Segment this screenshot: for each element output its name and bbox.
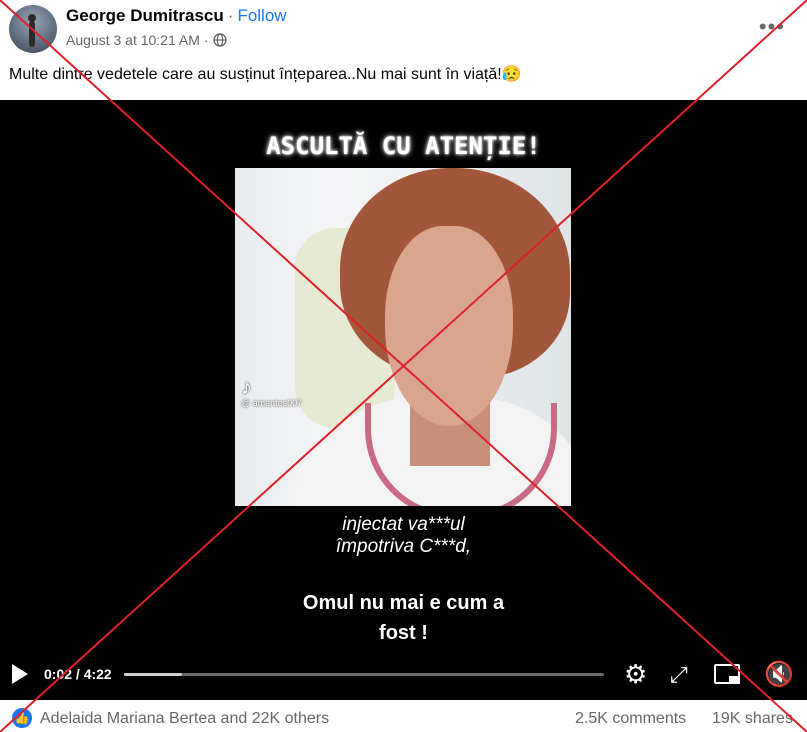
caption-line-1: Omul nu mai e cum a	[302, 592, 505, 614]
follow-button[interactable]: Follow	[237, 6, 286, 25]
video-banner: ASCULTĂ CU ATENȚIE!	[266, 132, 541, 160]
subtitle-line-1: injectat va***ul	[342, 514, 465, 535]
picture-in-picture-icon[interactable]	[714, 664, 740, 684]
author-row: George Dumitrascu · Follow	[66, 6, 287, 26]
post-header: George Dumitrascu · Follow August 3 at 10:…	[0, 0, 807, 100]
expand-icon[interactable]: ⤢	[670, 661, 688, 689]
avatar-figure-body	[29, 21, 35, 47]
video-subtitle: injectat va***ul împotriva C***d,	[0, 514, 807, 558]
play-icon[interactable]	[12, 664, 28, 684]
post-meta: August 3 at 10:21 AM ·	[66, 32, 227, 48]
globe-icon	[212, 33, 227, 47]
stethoscope	[365, 403, 557, 506]
video-player[interactable]: ASCULTĂ CU ATENȚIE! ♪ @ amantes007 injec…	[0, 100, 807, 700]
tiktok-logo-icon: ♪	[241, 374, 252, 399]
face	[385, 226, 513, 426]
avatar[interactable]	[9, 5, 57, 53]
gear-icon[interactable]: ⚙	[624, 660, 647, 688]
more-options-icon[interactable]: •••	[759, 14, 785, 40]
post-footer: 👍 Adelaida Mariana Bertea and 22K others…	[0, 700, 807, 732]
reactors-summary[interactable]: Adelaida Mariana Bertea and 22K others	[40, 710, 329, 728]
video-frame: ♪ @ amantes007	[235, 168, 571, 506]
progress-bar[interactable]	[124, 673, 604, 676]
video-caption: Omul nu mai e cum a fost !	[0, 588, 807, 648]
watermark-handle: @ amantes007	[241, 398, 303, 408]
video-controls: 0:02 / 4:22 ⚙ ⤢ 🔇	[0, 658, 807, 692]
subtitle-line-2: împotriva C***d,	[335, 536, 472, 557]
like-icon[interactable]: 👍	[12, 708, 32, 728]
tiktok-watermark: ♪ @ amantes007	[241, 374, 321, 409]
time-display: 0:02 / 4:22	[44, 666, 112, 682]
shares-count[interactable]: 19K shares	[712, 710, 793, 728]
author-name[interactable]: George Dumitrascu	[66, 6, 224, 25]
comments-count[interactable]: 2.5K comments	[575, 710, 686, 728]
progress-fill	[124, 673, 182, 676]
volume-muted-icon[interactable]: 🔇	[764, 661, 794, 689]
separator-dot-meta: ·	[203, 32, 209, 48]
post-text: Multe dintre vedetele care au susținut î…	[9, 66, 522, 83]
caption-line-2: fost !	[379, 622, 428, 644]
separator-dot: ·	[227, 6, 234, 25]
post-timestamp[interactable]: August 3 at 10:21 AM	[66, 32, 200, 48]
